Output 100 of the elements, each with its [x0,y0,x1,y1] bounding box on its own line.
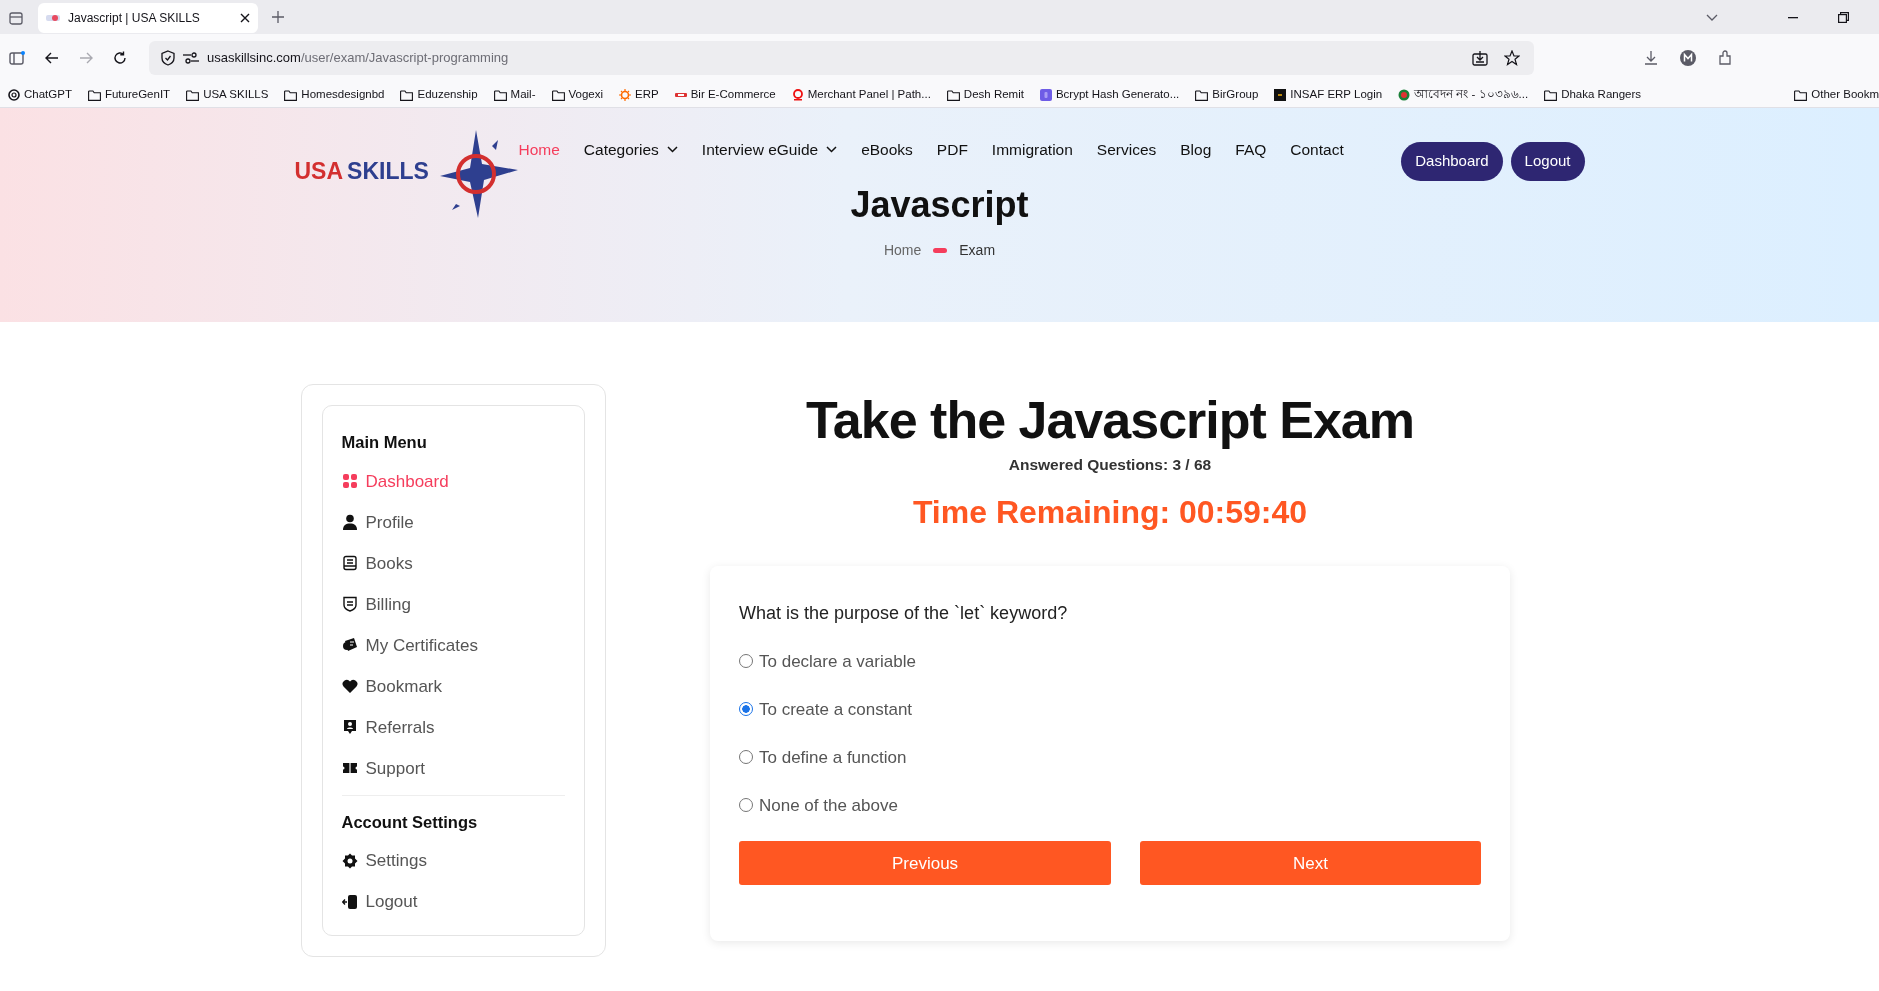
extensions-icon[interactable] [1718,50,1734,66]
browser-tab[interactable]: Javascript | USA SKILLS [38,3,258,33]
sidebar-icon[interactable] [9,51,25,65]
menu-item[interactable]: Logout [341,881,565,923]
folder-icon [1544,88,1558,101]
bookmark[interactable]: Vogexi [551,85,604,104]
tab-title: Javascript | USA SKILLS [68,10,201,27]
menu-item[interactable]: Settings [341,840,565,882]
nav-link[interactable]: Services [1096,138,1157,162]
menu-item[interactable]: Support [341,747,565,789]
gear-icon [341,853,358,869]
bookmark[interactable]: Other Bookm [1794,85,1879,104]
time-remaining: Time Remaining: 00:59:40 [912,493,1308,533]
bookmark[interactable]: Mail- [493,85,536,104]
nav-link[interactable]: Blog [1180,138,1212,162]
logo-text: SKILLS [347,156,429,186]
breadcrumb-link[interactable]: Home [883,240,922,261]
install-icon[interactable] [1472,50,1488,66]
account-icon[interactable] [1680,50,1696,66]
menu-item[interactable]: Profile [341,501,565,543]
heart-icon [341,678,358,695]
bookmark[interactable]: Eduzenship [400,85,478,104]
bookmark[interactable]: INSAF ERP Login [1274,85,1383,104]
person-icon [341,514,358,531]
bookmark[interactable]: Desh Remit [946,85,1024,104]
book-icon [341,555,358,572]
bookmark[interactable]: FutureGenIT [87,85,171,104]
close-icon[interactable] [240,13,250,23]
menu-item[interactable]: Bookmark [341,665,565,707]
nav-link[interactable]: eBooks [861,138,913,162]
back-icon[interactable] [45,52,59,64]
menu-item[interactable]: Books [341,542,565,584]
logo-text: USA [294,156,344,186]
option-label[interactable]: None of the above [759,792,898,819]
menu-item[interactable]: Referrals [341,706,565,748]
nav-link[interactable]: Interview eGuide [701,138,838,162]
option-label[interactable]: To create a constant [759,696,913,723]
menu-heading: Main Menu [341,432,428,453]
logout-icon [341,894,358,910]
bookmark[interactable]: Dhaka Rangers [1544,85,1642,104]
menu-item[interactable]: My Certificates [341,624,565,666]
folder-icon [284,88,298,101]
breadcrumb-current: Exam [959,241,996,260]
site-settings-icon[interactable] [183,52,199,64]
page-title: Javascript [850,183,1029,227]
bookmark[interactable]: Bir E-Commerce [674,85,776,104]
site-logo-icon [1039,88,1052,101]
radio-button[interactable] [739,702,753,717]
folder-icon [946,88,960,101]
shield-icon[interactable] [161,50,175,66]
site-icon [46,13,60,23]
bookmark[interactable]: USA SKILLS [186,85,269,104]
new-tab-icon[interactable] [272,11,284,23]
chat-person-icon [341,719,358,736]
radio-button[interactable] [739,750,753,765]
folder-icon [493,88,507,101]
exam-title: Take the Javascript Exam [805,392,1415,450]
bookmark[interactable]: Bcrypt Hash Generato... [1039,85,1180,104]
header-button[interactable]: Dashboard [1401,142,1503,181]
menu-heading: Account Settings [341,811,479,833]
nav-link[interactable]: PDF [936,138,968,162]
chevron-down-icon[interactable] [1706,14,1718,22]
star-icon[interactable] [1504,50,1520,66]
folder-icon [400,88,414,101]
sun-icon [619,88,632,101]
reload-icon[interactable] [113,51,127,65]
bookmark[interactable]: আবেদন নং - ১০৩৯৬... [1398,85,1529,104]
nav-link[interactable]: Contact [1290,138,1344,162]
folder-icon [1794,88,1808,101]
bookmark[interactable]: ERP [619,85,659,104]
pin-icon [791,88,804,101]
nav-link[interactable]: Categories [583,138,678,162]
site-logo-icon [1274,88,1287,101]
bookmark[interactable]: BirGroup [1195,85,1259,104]
minimize-icon[interactable] [1788,17,1798,19]
bookmark[interactable]: Homesdesignbd [284,85,385,104]
restore-icon[interactable] [1838,12,1849,23]
radio-button[interactable] [739,798,753,813]
folder-icon [551,88,565,101]
nav-link[interactable]: Immigration [991,138,1073,162]
knot-icon [8,88,20,101]
grid-icon [341,473,358,490]
bookmark[interactable]: Merchant Panel | Path... [791,85,931,104]
logo[interactable]: USA SKILLS [294,126,519,222]
bookmark[interactable]: ChatGPT [8,85,72,104]
answered-count: Answered Questions: 3 / 68 [1008,455,1212,476]
folder-icon [186,88,200,101]
nav-link[interactable]: FAQ [1235,138,1267,162]
tab-list-icon[interactable] [8,10,24,26]
separator-dash [933,248,948,253]
option-label[interactable]: To define a function [759,744,907,771]
option-label[interactable]: To declare a variable [759,648,916,675]
shield-icon [341,596,358,613]
menu-item[interactable]: Dashboard [341,460,565,502]
address-bar[interactable]: usaskillsinc.com/user/exam/Javascript-programming [149,41,1534,75]
radio-button[interactable] [739,654,753,669]
download-icon[interactable] [1644,51,1658,65]
header-button[interactable]: Logout [1510,142,1585,181]
menu-item[interactable]: Billing [341,583,565,625]
emblem-icon [1398,88,1411,101]
